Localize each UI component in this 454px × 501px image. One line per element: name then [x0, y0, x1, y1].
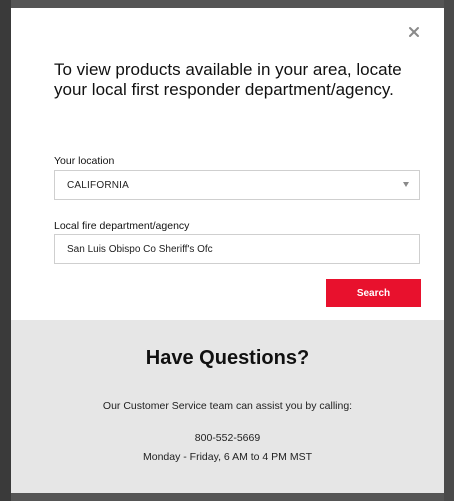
close-icon[interactable]: [406, 24, 422, 40]
search-button[interactable]: Search: [326, 279, 421, 307]
help-hours: Monday - Friday, 6 AM to 4 PM MST: [142, 451, 313, 463]
help-title: Have Questions?: [145, 347, 310, 369]
agency-input[interactable]: [54, 234, 420, 264]
help-phone: 800-552-5669: [194, 432, 261, 444]
page-backdrop-left: [0, 0, 11, 501]
location-modal: To view products available in your area,…: [11, 8, 444, 493]
modal-heading: To view products available in your area,…: [54, 60, 402, 99]
page-backdrop-right: [444, 0, 454, 501]
agency-label: Local fire department/agency: [54, 220, 190, 232]
location-select[interactable]: CALIFORNIA: [54, 170, 420, 200]
location-label: Your location: [54, 155, 115, 167]
help-subtitle: Our Customer Service team can assist you…: [102, 400, 353, 412]
chevron-down-icon: [403, 182, 409, 187]
location-select-value: CALIFORNIA: [67, 180, 130, 191]
help-section: Have Questions? Our Customer Service tea…: [11, 320, 444, 493]
